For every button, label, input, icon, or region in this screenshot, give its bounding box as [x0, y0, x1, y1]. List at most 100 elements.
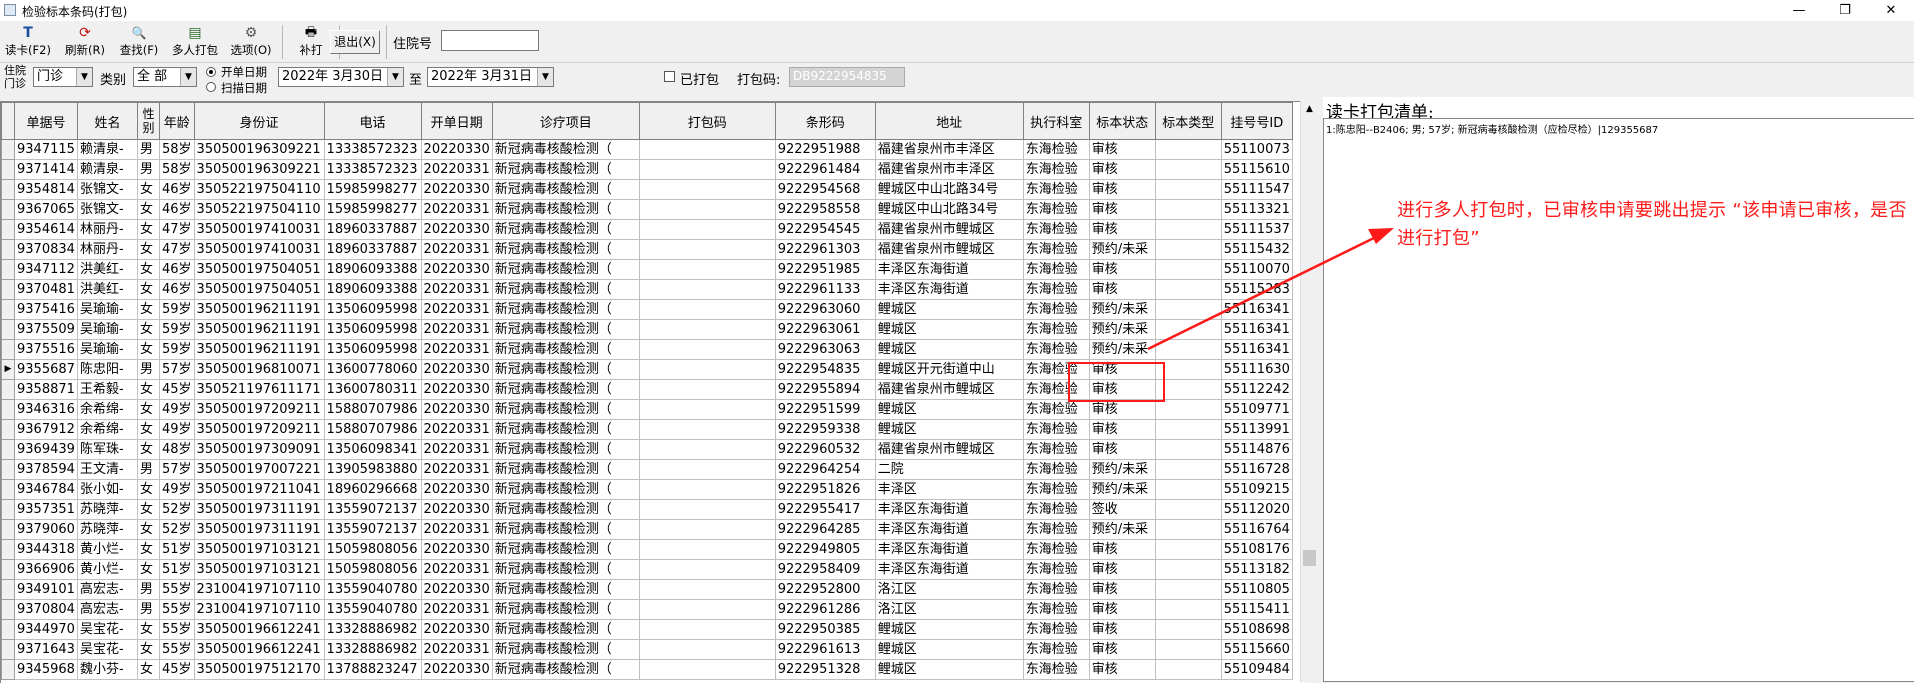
table-cell[interactable]: 新冠病毒核酸检测（	[491, 259, 640, 280]
row-indicator[interactable]	[1, 519, 15, 540]
table-cell[interactable]: 男	[137, 159, 160, 180]
table-cell[interactable]: 350500197311191	[193, 499, 325, 520]
restore-button[interactable]: ❐	[1822, 0, 1868, 21]
table-cell[interactable]	[638, 239, 776, 260]
table-cell[interactable]: 洪美红-	[77, 259, 138, 280]
table-row[interactable]: 9345968 魏小芬- 女 45岁 350500197512170 1378882324…	[1, 659, 1293, 680]
table-cell[interactable]: 55111537	[1220, 219, 1293, 240]
table-cell[interactable]: 58岁	[159, 139, 195, 160]
table-cell[interactable]: 丰泽区东海街道	[874, 279, 1024, 300]
table-cell[interactable]: 东海检验	[1022, 179, 1090, 200]
column-header[interactable]: 年龄	[159, 102, 195, 140]
table-cell[interactable]: 52岁	[159, 519, 195, 540]
table-cell[interactable]: 18960337887	[323, 219, 422, 240]
table-cell[interactable]: 鲤城区	[874, 299, 1024, 320]
table-cell[interactable]: 15985998277	[323, 199, 422, 220]
read-card-button[interactable]: T 读卡(F2)	[2, 24, 54, 60]
table-cell[interactable]: 预约/未采	[1088, 239, 1156, 260]
table-cell[interactable]: 东海检验	[1022, 259, 1090, 280]
table-cell[interactable]: 女	[137, 499, 160, 520]
row-indicator[interactable]	[1, 299, 15, 320]
table-cell[interactable]: 9222949805	[774, 539, 876, 560]
table-cell[interactable]: 59岁	[159, 299, 195, 320]
row-indicator[interactable]	[1, 459, 15, 480]
table-cell[interactable]: 预约/未采	[1088, 339, 1156, 360]
table-cell[interactable]: 9222951599	[774, 399, 876, 420]
table-cell[interactable]: 20220330	[420, 379, 493, 400]
table-cell[interactable]: 20220330	[420, 359, 493, 380]
table-cell[interactable]	[638, 419, 776, 440]
table-cell[interactable]: 350500196211191	[193, 339, 325, 360]
scrollbar-thumb[interactable]	[1303, 550, 1316, 566]
table-cell[interactable]	[1154, 399, 1222, 420]
table-cell[interactable]: 13506095998	[323, 339, 422, 360]
table-cell[interactable]: 9354614	[14, 219, 78, 240]
table-cell[interactable]: 洛江区	[874, 599, 1024, 620]
table-cell[interactable]: 20220331	[420, 599, 493, 620]
table-cell[interactable]: 审核	[1088, 539, 1156, 560]
table-cell[interactable]	[1154, 659, 1222, 680]
table-cell[interactable]: 20220330	[420, 399, 493, 420]
row-indicator[interactable]	[1, 639, 15, 660]
table-cell[interactable]: 9375516	[14, 339, 78, 360]
table-cell[interactable]: 20220331	[420, 239, 493, 260]
reprint-button[interactable]: 🖶 补打	[287, 24, 335, 60]
table-cell[interactable]: 9222958558	[774, 199, 876, 220]
table-cell[interactable]: 9222963063	[774, 339, 876, 360]
table-row[interactable]: 9371643 吴宝花- 女 55岁 350500196612241 1332888698…	[1, 639, 1293, 660]
table-cell[interactable]: 55116341	[1220, 299, 1293, 320]
table-cell[interactable]: 女	[137, 179, 160, 200]
table-cell[interactable]: 20220331	[420, 299, 493, 320]
table-cell[interactable]	[1154, 219, 1222, 240]
table-cell[interactable]: 张小如-	[77, 479, 138, 500]
table-cell[interactable]: 20220331	[420, 519, 493, 540]
table-cell[interactable]: 东海检验	[1022, 479, 1090, 500]
table-cell[interactable]	[1154, 539, 1222, 560]
table-cell[interactable]: 东海检验	[1022, 239, 1090, 260]
table-cell[interactable]: 丰泽区东海街道	[874, 559, 1024, 580]
table-cell[interactable]: 9222964254	[774, 459, 876, 480]
table-cell[interactable]: 13788823247	[323, 659, 422, 680]
table-cell[interactable]: 9222961613	[774, 639, 876, 660]
table-cell[interactable]: 20220330	[420, 619, 493, 640]
table-cell[interactable]: 55109484	[1220, 659, 1293, 680]
table-cell[interactable]	[638, 559, 776, 580]
table-cell[interactable]: 9222954545	[774, 219, 876, 240]
grid-vertical-scrollbar[interactable]: ▲	[1300, 101, 1318, 682]
table-cell[interactable]: 350500197103121	[193, 539, 325, 560]
row-indicator[interactable]	[1, 559, 15, 580]
table-cell[interactable]: 林丽丹-	[77, 239, 138, 260]
table-cell[interactable]: 王文清-	[77, 459, 138, 480]
table-cell[interactable]: 审核	[1088, 219, 1156, 240]
table-cell[interactable]: 9222960532	[774, 439, 876, 460]
table-cell[interactable]: 9222961286	[774, 599, 876, 620]
table-cell[interactable]: 东海检验	[1022, 539, 1090, 560]
table-cell[interactable]: 女	[137, 559, 160, 580]
row-indicator[interactable]	[1, 259, 15, 280]
table-cell[interactable]: 高宏志-	[77, 599, 138, 620]
table-cell[interactable]: 吴瑜瑜-	[77, 319, 138, 340]
table-cell[interactable]: 15985998277	[323, 179, 422, 200]
table-cell[interactable]: 57岁	[159, 459, 195, 480]
table-cell[interactable]	[638, 299, 776, 320]
table-cell[interactable]: 20220331	[420, 279, 493, 300]
table-cell[interactable]	[638, 379, 776, 400]
multi-pack-button[interactable]: ▤ 多人打包	[168, 24, 222, 60]
table-cell[interactable]: 张锦文-	[77, 179, 138, 200]
table-cell[interactable]: 东海检验	[1022, 199, 1090, 220]
table-cell[interactable]: 新冠病毒核酸检测（	[491, 399, 640, 420]
table-cell[interactable]: 9222954568	[774, 179, 876, 200]
table-cell[interactable]: 9222951826	[774, 479, 876, 500]
table-row[interactable]: 9354614 林丽丹- 女 47岁 350500197410031 1896033788…	[1, 219, 1293, 240]
table-cell[interactable]: 55110805	[1220, 579, 1293, 600]
table-cell[interactable]: 吴宝花-	[77, 619, 138, 640]
row-indicator[interactable]	[1, 479, 15, 500]
table-cell[interactable]: 新冠病毒核酸检测（	[491, 619, 640, 640]
table-cell[interactable]: 55108698	[1220, 619, 1293, 640]
table-cell[interactable]: 9367065	[14, 199, 78, 220]
table-cell[interactable]: 231004197107110	[193, 599, 325, 620]
table-cell[interactable]: 55115660	[1220, 639, 1293, 660]
table-cell[interactable]: 9366906	[14, 559, 78, 580]
exit-button[interactable]: 退出(X)	[330, 30, 380, 54]
table-cell[interactable]: 预约/未采	[1088, 479, 1156, 500]
